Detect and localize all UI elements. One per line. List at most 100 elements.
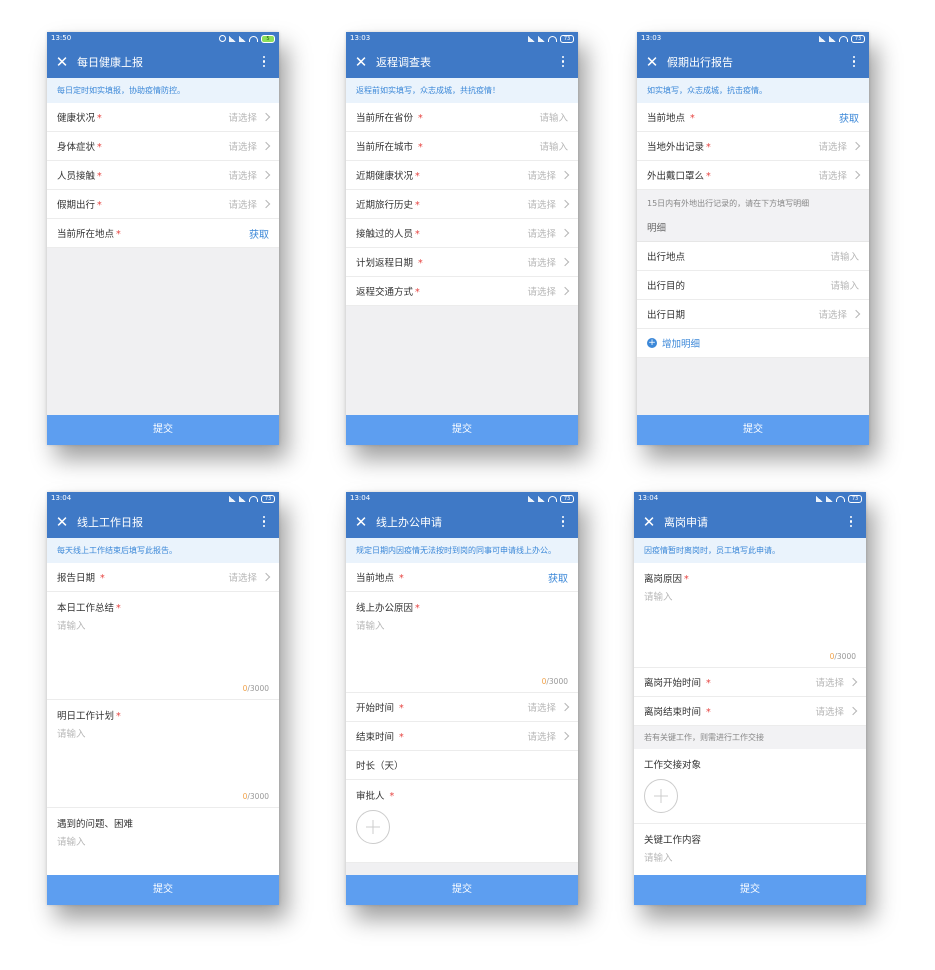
fetch-location-button[interactable]: 获取 <box>548 570 568 585</box>
char-counter: 0/3000 <box>541 677 568 686</box>
select-placeholder: 请选择 <box>228 113 257 124</box>
textarea-placeholder: 请输入 <box>644 592 673 603</box>
field-leave-start[interactable]: 离岗开始时间 * 请选择 <box>634 668 866 697</box>
status-time: 13:04 <box>350 494 371 502</box>
close-icon[interactable]: ✕ <box>47 53 77 71</box>
wifi-icon <box>249 495 258 502</box>
wifi-icon <box>836 495 845 502</box>
field-key-work[interactable]: 关键工作内容 请输入 <box>634 824 866 877</box>
signal-icon <box>538 495 545 502</box>
required-mark: * <box>706 678 711 689</box>
submit-button[interactable]: 提交 <box>634 875 866 905</box>
field-health-status[interactable]: 健康状况 * 请选择 <box>47 103 279 132</box>
fetch-location-button[interactable]: 获取 <box>249 226 269 241</box>
add-handover-button[interactable] <box>644 779 678 813</box>
textarea-placeholder: 请输入 <box>57 621 86 632</box>
notice-banner: 每日定时如实填报，协助疫情防控。 <box>47 78 279 103</box>
field-leave-end[interactable]: 离岗结束时间 * 请选择 <box>634 697 866 726</box>
add-detail-button[interactable]: + 增加明细 <box>637 329 869 358</box>
field-city[interactable]: 当前所在城市 * 请输入 <box>346 132 578 161</box>
close-icon[interactable]: ✕ <box>346 53 376 71</box>
textarea-placeholder: 请输入 <box>644 853 673 864</box>
field-work-summary[interactable]: 本日工作总结 * 请输入 0/3000 <box>47 592 279 700</box>
field-label: 接触过的人员 <box>356 229 414 240</box>
more-icon[interactable] <box>548 515 578 528</box>
chevron-right-icon <box>848 677 858 687</box>
page-title: 假期出行报告 <box>667 55 733 69</box>
field-label: 离岗结束时间 <box>644 707 702 718</box>
field-label: 健康状况 <box>57 113 96 124</box>
field-label: 身体症状 <box>57 142 96 153</box>
signal-icon <box>538 35 545 42</box>
more-icon[interactable] <box>839 55 869 68</box>
select-placeholder: 请选择 <box>228 142 257 153</box>
required-mark: * <box>684 574 689 585</box>
required-mark: * <box>418 258 423 269</box>
submit-button[interactable]: 提交 <box>47 875 279 905</box>
field-online-reason[interactable]: 线上办公原因 * 请输入 0/3000 <box>346 592 578 693</box>
field-tomorrow-plan[interactable]: 明日工作计划 * 请输入 0/3000 <box>47 700 279 808</box>
section-note: 15日内有外地出行记录的，请在下方填写明细 <box>637 190 869 217</box>
field-problems[interactable]: 遇到的问题、困难 请输入 <box>47 808 279 881</box>
notice-banner: 每天线上工作结束后填写此报告。 <box>47 538 279 563</box>
field-start-time[interactable]: 开始时间 * 请选择 <box>346 693 578 722</box>
select-placeholder: 请选择 <box>818 171 847 182</box>
add-approver-button[interactable] <box>356 810 390 844</box>
wifi-icon <box>839 35 848 42</box>
more-icon[interactable] <box>836 515 866 528</box>
chevron-right-icon <box>560 257 570 267</box>
field-province[interactable]: 当前所在省份 * 请输入 <box>346 103 578 132</box>
submit-button[interactable]: 提交 <box>47 415 279 445</box>
field-label: 工作交接对象 <box>644 760 702 771</box>
field-return-date[interactable]: 计划返程日期 * 请选择 <box>346 248 578 277</box>
field-travel-date[interactable]: 出行日期 请选择 <box>637 300 869 329</box>
more-icon[interactable] <box>548 55 578 68</box>
field-report-date[interactable]: 报告日期 * 请选择 <box>47 563 279 592</box>
chevron-right-icon <box>261 112 271 122</box>
required-mark: * <box>116 711 121 722</box>
field-leave-reason[interactable]: 离岗原因 * 请输入 0/3000 <box>634 563 866 668</box>
field-contacted-people[interactable]: 接触过的人员 * 请选择 <box>346 219 578 248</box>
submit-button[interactable]: 提交 <box>346 875 578 905</box>
close-icon[interactable]: ✕ <box>634 513 664 531</box>
field-return-transport[interactable]: 返程交通方式 * 请选择 <box>346 277 578 306</box>
field-end-time[interactable]: 结束时间 * 请选择 <box>346 722 578 751</box>
required-mark: * <box>97 200 102 211</box>
field-local-outings[interactable]: 当地外出记录 * 请选择 <box>637 132 869 161</box>
field-duration[interactable]: 时长（天） <box>346 751 578 780</box>
page-title: 线上工作日报 <box>77 515 143 529</box>
chevron-right-icon <box>848 706 858 716</box>
battery-icon: 73 <box>851 34 865 43</box>
submit-button[interactable]: 提交 <box>637 415 869 445</box>
field-holiday-travel[interactable]: 假期出行 * 请选择 <box>47 190 279 219</box>
field-mask-wearing[interactable]: 外出戴口罩么 * 请选择 <box>637 161 869 190</box>
close-icon[interactable]: ✕ <box>346 513 376 531</box>
submit-button[interactable]: 提交 <box>346 415 578 445</box>
field-recent-health[interactable]: 近期健康状况 * 请选择 <box>346 161 578 190</box>
more-icon[interactable] <box>249 515 279 528</box>
required-mark: * <box>399 573 404 584</box>
field-label: 外出戴口罩么 <box>647 171 705 182</box>
field-travel-purpose[interactable]: 出行目的 请输入 <box>637 271 869 300</box>
phone-return-survey: 13:03 73 ✕ 返程调查表 返程前如实填写，众志成城，共抗疫情！ 当前所在… <box>346 32 578 445</box>
signal-icon <box>829 35 836 42</box>
status-time: 13:03 <box>350 34 371 42</box>
field-label: 近期健康状况 <box>356 171 414 182</box>
field-approver: 审批人 * <box>346 780 578 863</box>
select-placeholder: 请选择 <box>527 287 556 298</box>
field-travel-place[interactable]: 出行地点 请输入 <box>637 242 869 271</box>
field-label: 报告日期 <box>57 573 96 584</box>
chevron-right-icon <box>560 702 570 712</box>
field-symptoms[interactable]: 身体症状 * 请选择 <box>47 132 279 161</box>
close-icon[interactable]: ✕ <box>47 513 77 531</box>
more-icon[interactable] <box>249 55 279 68</box>
signal-icon <box>528 495 535 502</box>
field-contacts[interactable]: 人员接触 * 请选择 <box>47 161 279 190</box>
wifi-icon <box>548 35 557 42</box>
fetch-location-button[interactable]: 获取 <box>839 110 859 125</box>
detail-header: 明细 <box>637 217 869 242</box>
close-icon[interactable]: ✕ <box>637 53 667 71</box>
field-label: 近期旅行历史 <box>356 200 414 211</box>
field-travel-history[interactable]: 近期旅行历史 * 请选择 <box>346 190 578 219</box>
field-label: 关键工作内容 <box>644 835 702 846</box>
